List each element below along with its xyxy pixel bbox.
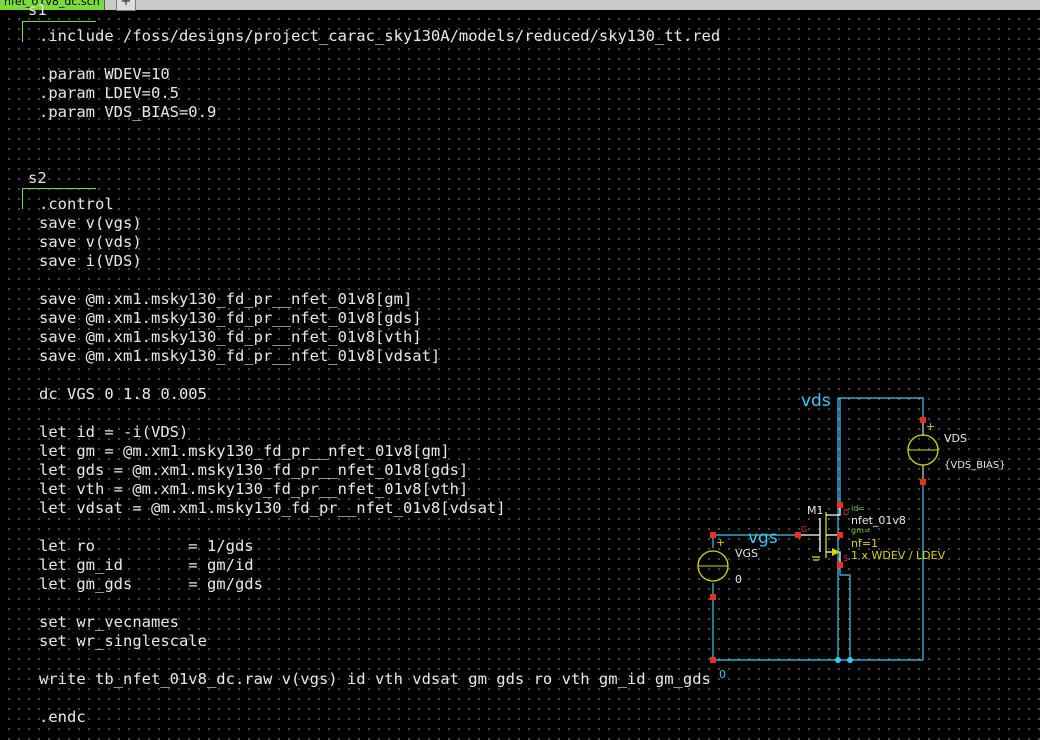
junction-dot — [847, 657, 853, 663]
vgs-source-name: VGS — [735, 547, 758, 560]
vds-source-value: {VDS_BIAS} — [944, 460, 1006, 471]
net-label-vds[interactable]: vds — [801, 391, 831, 411]
vgs-source-value: 0 — [735, 573, 742, 586]
gnd-label: 0 — [719, 668, 726, 681]
pin-g-label: G — [801, 525, 807, 534]
vgs-plus-sign: + — [716, 536, 725, 549]
schematic-canvas[interactable]: + VDS {VDS_BIAS} + VGS 0 0 M1 D G S id= … — [0, 0, 1040, 740]
mos-model: nfet_01v8 — [851, 514, 906, 527]
vds-plus-sign: + — [926, 420, 935, 433]
pin-s-label: S — [843, 554, 848, 563]
mos-name: M1 — [807, 504, 824, 517]
junction-dot — [835, 657, 841, 663]
wires[interactable] — [712, 397, 924, 661]
pin-d-label: D — [843, 508, 849, 517]
mos-gm-param: gm= — [851, 526, 871, 535]
net-label-vgs[interactable]: vgs — [748, 528, 778, 548]
mos-size: 1 x WDEV / LDEV — [851, 549, 946, 562]
mos-id-param: id= — [851, 504, 865, 513]
vds-source-name: VDS — [944, 432, 967, 445]
